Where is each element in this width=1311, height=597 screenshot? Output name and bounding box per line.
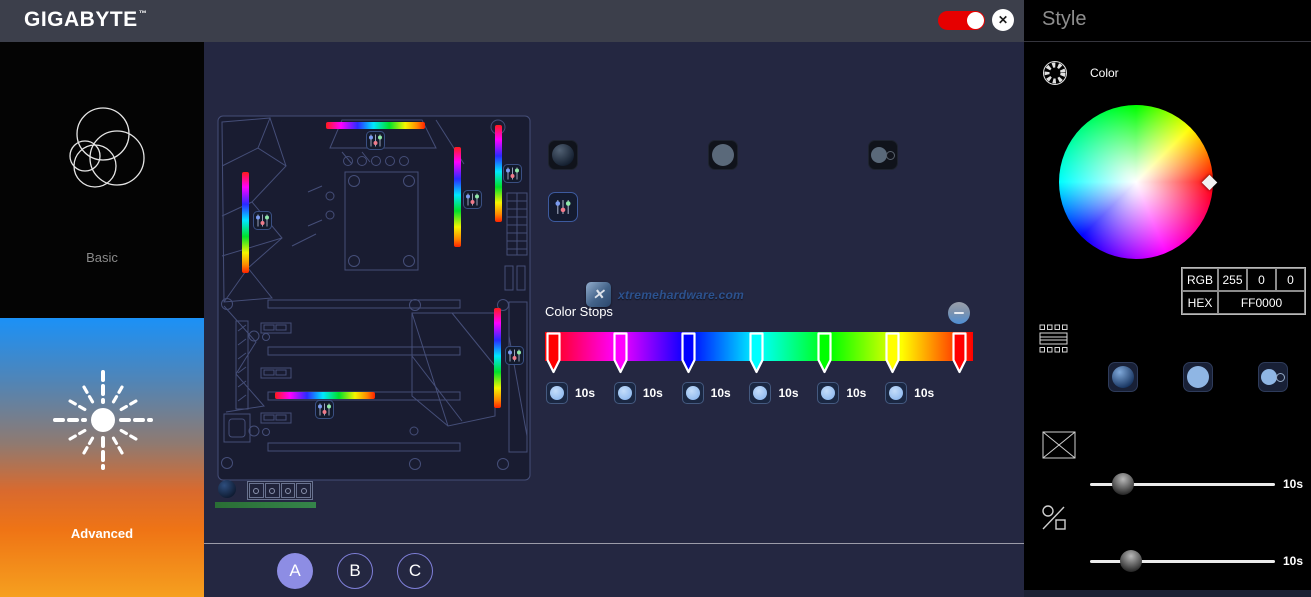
slider-knob[interactable] [1120,550,1142,572]
hold-time-value: 10s [1283,554,1303,568]
rgb-b-value[interactable]: 0 [1276,268,1305,291]
segment-duration-label: 10s [914,386,934,400]
segment-color-button[interactable] [614,382,636,404]
segment-duration-label: 10s [711,386,731,400]
color-stop-marker[interactable] [613,332,628,374]
breathing-mode-icon [1112,366,1134,388]
panel-mode-button-breathing[interactable] [1108,362,1138,392]
hex-label: HEX [1182,291,1218,314]
color-stop-marker[interactable] [817,332,832,374]
transition-icon [1042,431,1076,459]
remove-stop-button[interactable] [948,302,970,324]
power-toggle[interactable] [938,11,985,30]
segment-color-button[interactable] [682,382,704,404]
profile-button-a[interactable]: A [277,553,313,589]
segment-color-button[interactable] [546,382,568,404]
title-bar: GIGABYTE™ ✕ [0,0,1024,42]
segment-color-button[interactable] [749,382,771,404]
venn-circles-icon [43,94,163,214]
slider-knob[interactable] [1112,473,1134,495]
mode-button-static[interactable] [708,140,738,170]
color-wheel-icon [1041,59,1069,87]
color-stop-marker[interactable] [749,332,764,374]
segment-color-button[interactable] [885,382,907,404]
rgb-fusion-window: GIGABYTE™ ✕ Basic [0,0,1311,597]
sidebar-item-advanced[interactable]: Advanced [0,318,204,597]
segment-duration-label: 10s [778,386,798,400]
hold-time-slider [1090,550,1275,572]
segment-dot-icon [753,386,767,400]
segment-duration-label: 10s [575,386,595,400]
rgb-sliders-icon [552,196,574,218]
mode-button-flash[interactable] [868,140,898,170]
segment-dot-icon [550,386,564,400]
segment-dot-icon [618,386,632,400]
mode-button-color-cycle[interactable] [548,192,578,222]
percent-duty-icon [1041,504,1067,532]
segment-duration-label: 10s [643,386,663,400]
hex-value[interactable]: FF0000 [1218,291,1305,314]
close-button[interactable]: ✕ [992,9,1014,31]
panel-mode-button-static[interactable] [1183,362,1213,392]
gigabyte-logo: GIGABYTE™ [24,8,147,32]
style-panel: Style Color RGB 255 0 0 HEX FF0000 [1024,0,1311,590]
profile-button-b[interactable]: B [337,553,373,589]
color-stop-marker[interactable] [546,332,561,374]
advanced-label: Advanced [0,526,204,541]
trademark-symbol: ™ [139,9,148,18]
minus-icon [954,312,964,314]
motherboard-preview[interactable] [212,106,538,484]
panel-mode-button-flash[interactable] [1258,362,1288,392]
main-canvas: ✕ xtremehardware.com Color Stops 10s10s1… [204,42,1024,543]
flash-mode-icon [1261,366,1285,388]
transition-time-slider [1090,473,1275,495]
segment-dot-icon [889,386,903,400]
style-panel-header: Style [1024,0,1311,42]
color-section-label: Color [1090,66,1119,80]
breathing-mode-icon [552,144,574,166]
slider-track[interactable] [1090,560,1275,563]
watermark-text: xtremehardware.com [618,288,744,302]
mode-button-breathing[interactable] [548,140,578,170]
transition-time-value: 10s [1283,477,1303,491]
segment-dot-icon [821,386,835,400]
rgb-r-value[interactable]: 255 [1218,268,1247,291]
rgb-label: RGB [1182,268,1218,291]
starburst-icon [43,360,163,480]
led-header-connector[interactable] [247,481,313,500]
color-stops-label: Color Stops [545,304,613,319]
color-stop-marker[interactable] [885,332,900,374]
filmstrip-icon [1038,324,1070,354]
close-icon: ✕ [998,13,1008,27]
basic-label: Basic [0,250,204,265]
profile-bar: A B C [204,543,1024,597]
profile-button-c[interactable]: C [397,553,433,589]
color-stop-marker[interactable] [681,332,696,374]
color-stop-marker[interactable] [952,332,967,374]
color-value-table: RGB 255 0 0 HEX FF0000 [1181,267,1306,315]
toggle-knob-icon [967,12,984,29]
rgb-g-value[interactable]: 0 [1247,268,1276,291]
segment-dot-icon [686,386,700,400]
style-panel-title: Style [1042,8,1086,31]
static-mode-icon [712,144,734,166]
flash-mode-icon [871,144,895,166]
sidebar-item-basic[interactable]: Basic [0,42,204,318]
static-mode-icon [1187,366,1209,388]
led-zone-dot[interactable] [218,480,236,498]
segment-color-button[interactable] [817,382,839,404]
segment-duration-label: 10s [846,386,866,400]
status-green-bar [215,502,316,508]
color-wheel[interactable] [1059,105,1213,259]
